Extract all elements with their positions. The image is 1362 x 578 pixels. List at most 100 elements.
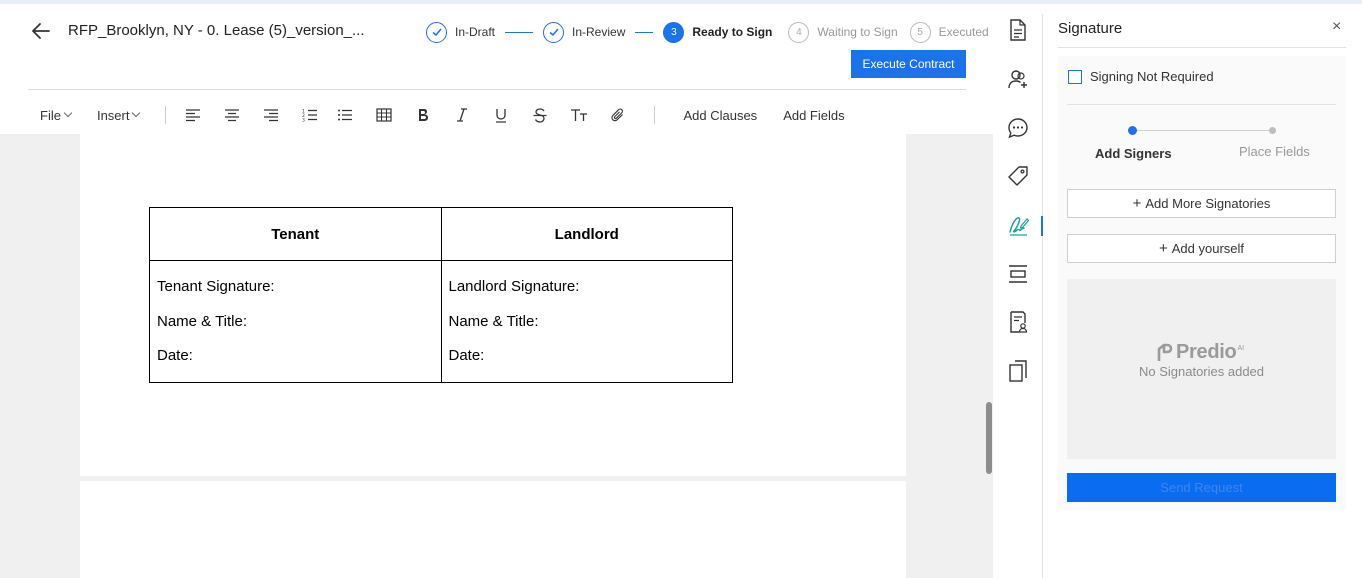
step-number: 4 <box>788 21 810 43</box>
place-fields-step[interactable]: Place Fields <box>1239 144 1310 159</box>
tenant-date-label: Date: <box>157 347 193 364</box>
landlord-date-label: Date: <box>448 347 485 364</box>
button-label: Add More Signatories <box>1145 196 1271 211</box>
execute-contract-button[interactable]: Execute Contract <box>851 50 966 78</box>
add-clauses-button[interactable]: Add Clauses <box>683 108 757 123</box>
file-menu-label: File <box>40 107 61 123</box>
signature-table: Tenant Landlord Tenant Signature: Name &… <box>149 207 733 383</box>
status-stepper: In-Draft In-Review 3 Ready to Sign 4 Wai… <box>426 20 989 44</box>
insert-menu-label: Insert <box>96 107 130 123</box>
button-label: Add yourself <box>1171 241 1245 256</box>
step-connector <box>505 31 534 33</box>
document-title: RFP_Brooklyn, NY - 0. Lease (5)_version_… <box>68 22 365 39</box>
panel-divider <box>1058 47 1346 48</box>
file-menu[interactable]: File <box>40 107 73 123</box>
landlord-name-title-label: Name & Title: <box>448 312 539 330</box>
add-signers-step[interactable]: Add Signers <box>1095 146 1172 161</box>
document-scrollbar[interactable] <box>986 402 992 474</box>
tenant-cell: Tenant Signature: Name & Title: Date: <box>149 260 442 383</box>
bullet-list-icon[interactable] <box>332 102 358 128</box>
landlord-signature-label: Landlord Signature: <box>448 278 580 295</box>
step-executed: 5 Executed <box>909 21 989 43</box>
chevron-down-icon <box>132 108 141 118</box>
landlord-header: Landlord <box>440 207 733 261</box>
signing-not-required-checkbox[interactable]: Signing Not Required <box>1068 69 1214 84</box>
step-dot-inactive <box>1269 127 1276 134</box>
step-connector <box>772 32 788 33</box>
back-arrow-icon[interactable] <box>28 18 54 44</box>
step-dot-active <box>1128 126 1137 135</box>
section-icon[interactable] <box>1005 261 1031 287</box>
tag-icon[interactable] <box>1005 163 1031 189</box>
signature-panel: Signature × Signing Not Required Add Sig… <box>1058 14 1346 578</box>
align-right-icon[interactable] <box>258 102 284 128</box>
active-indicator <box>1041 216 1043 236</box>
signature-icon[interactable] <box>1005 212 1031 238</box>
strikethrough-icon[interactable] <box>527 102 553 128</box>
step-in-draft: In-Draft <box>426 21 496 43</box>
step-label: In-Draft <box>455 25 496 39</box>
document-page[interactable]: Tenant Landlord Tenant Signature: Name &… <box>80 134 906 476</box>
step-label: Ready to Sign <box>692 25 773 39</box>
align-center-icon[interactable] <box>219 102 245 128</box>
document-canvas: Tenant Landlord Tenant Signature: Name &… <box>0 134 993 578</box>
document-page[interactable] <box>80 481 906 578</box>
step-label: Waiting to Sign <box>817 25 898 39</box>
top-accent-line <box>0 0 1362 4</box>
numbered-list-icon[interactable]: 123 <box>297 102 323 128</box>
versions-icon[interactable] <box>1005 358 1031 384</box>
landlord-cell: Landlord Signature: Name & Title: Date: <box>440 260 733 383</box>
predio-logo: Predio AI <box>1157 341 1244 364</box>
header-divider <box>28 89 966 90</box>
signatories-empty-state: Predio AI No Signatories added <box>1067 279 1336 459</box>
text-size-icon[interactable] <box>566 102 592 128</box>
checkbox-label: Signing Not Required <box>1090 69 1214 84</box>
add-more-signatories-button[interactable]: + Add More Signatories <box>1067 189 1336 218</box>
attachment-icon[interactable] <box>605 102 631 128</box>
send-request-button[interactable]: Send Request <box>1067 473 1336 502</box>
predio-logo-sup: AI <box>1237 345 1245 352</box>
panel-body: Signing Not Required Add Signers Place F… <box>1058 56 1346 510</box>
document-icon[interactable] <box>1005 17 1031 43</box>
add-fields-button[interactable]: Add Fields <box>783 108 844 123</box>
step-waiting-to-sign: 4 Waiting to Sign <box>788 21 898 43</box>
check-icon <box>426 21 447 43</box>
predio-logo-text: Predio <box>1176 341 1237 363</box>
contract-details-icon[interactable] <box>1005 309 1031 335</box>
check-icon <box>543 21 565 43</box>
toolbar-separator <box>654 106 656 124</box>
italic-icon[interactable] <box>449 102 475 128</box>
divider <box>1067 104 1336 105</box>
svg-text:3: 3 <box>302 118 305 123</box>
toolbar-separator <box>165 106 167 124</box>
editor-toolbar: File Insert 123 Add Clauses Add Fields <box>28 98 966 132</box>
table-icon[interactable] <box>371 102 397 128</box>
tenant-signature-label: Tenant Signature: <box>157 278 275 295</box>
tenant-name-title-label: Name & Title: <box>157 312 248 330</box>
plus-icon: + <box>1132 195 1142 212</box>
side-icon-rail <box>993 14 1043 578</box>
step-number: 5 <box>909 21 931 43</box>
step-label: In-Review <box>572 25 626 39</box>
step-line <box>1137 130 1269 131</box>
step-label: Executed <box>938 25 989 39</box>
add-yourself-button[interactable]: + Add yourself <box>1067 234 1336 263</box>
close-icon[interactable]: × <box>1332 18 1341 36</box>
step-connector <box>635 31 654 33</box>
align-left-icon[interactable] <box>180 102 206 128</box>
step-ready-to-sign: 3 Ready to Sign <box>663 21 773 43</box>
insert-menu[interactable]: Insert <box>96 107 141 123</box>
empty-state-message: No Signatories added <box>1138 364 1265 379</box>
chevron-down-icon <box>63 108 73 118</box>
plus-icon: + <box>1158 240 1168 257</box>
comments-icon[interactable] <box>1005 115 1031 141</box>
predio-logo-mark-icon <box>1157 343 1173 361</box>
collaborators-icon[interactable] <box>1005 66 1031 92</box>
underline-icon[interactable] <box>488 102 514 128</box>
step-number: 3 <box>663 21 685 43</box>
checkbox-box[interactable] <box>1068 69 1082 84</box>
panel-title: Signature <box>1058 20 1123 37</box>
tenant-header: Tenant <box>149 207 442 261</box>
bold-icon[interactable] <box>410 102 436 128</box>
step-connector <box>898 32 910 33</box>
